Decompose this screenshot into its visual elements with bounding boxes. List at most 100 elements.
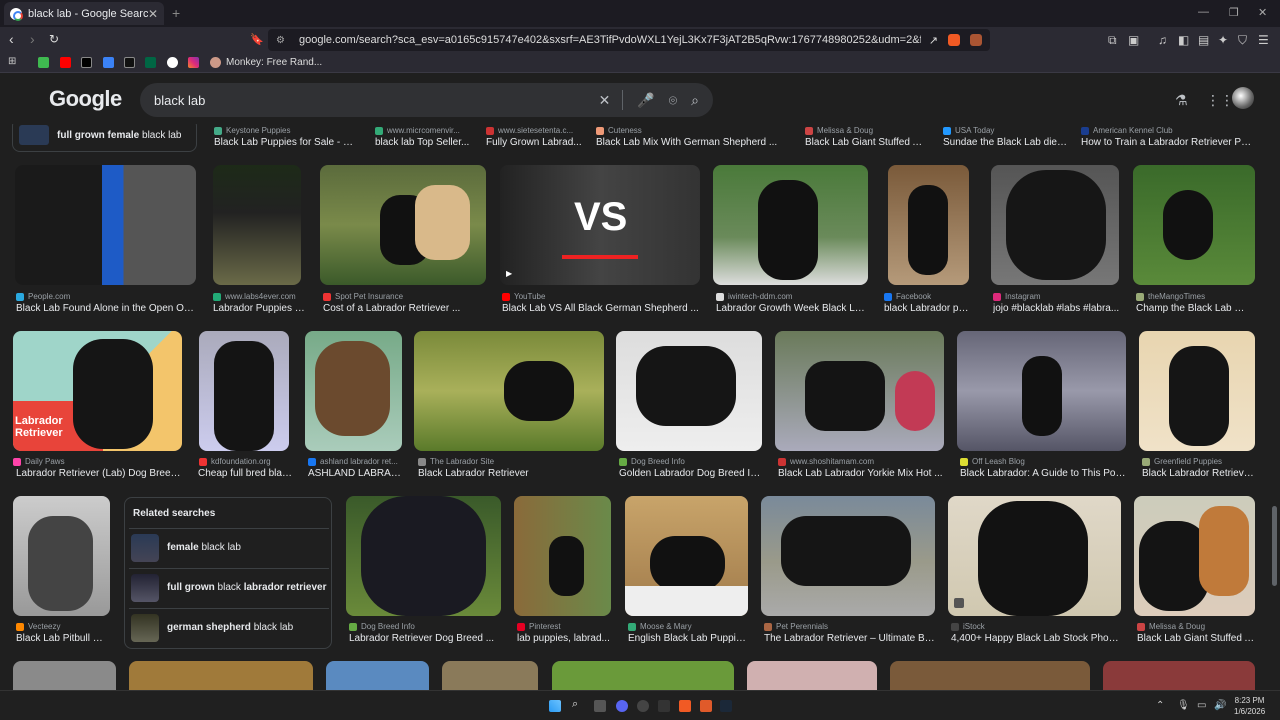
bookmark-circle-icon[interactable] — [167, 57, 178, 68]
windows-start-icon[interactable] — [549, 700, 561, 712]
related-search-item[interactable]: full grown black labrador retriever — [129, 568, 329, 606]
result-image[interactable] — [414, 331, 604, 451]
close-window-icon[interactable]: ✕ — [1258, 6, 1267, 19]
google-apps-icon[interactable]: ⋮⋮ — [1206, 92, 1234, 109]
result-title[interactable]: Black Lab Giant Stuffed A... — [805, 137, 925, 148]
bookmark-monkey-icon[interactable] — [210, 57, 221, 68]
bookmark-kick-icon[interactable] — [38, 57, 49, 68]
result-title[interactable]: Black Lab Labrador Yorkie Mix Hot ... — [778, 468, 944, 479]
steam-icon[interactable] — [720, 700, 732, 712]
volume-icon[interactable]: 🔊 — [1214, 700, 1226, 711]
result-source[interactable]: Keystone Puppies — [214, 126, 359, 135]
tab-active[interactable]: black lab - Google Search ✕ — [4, 2, 164, 25]
result-source[interactable]: www.shoshitamam.com — [778, 457, 944, 466]
bookmark-x-icon[interactable] — [81, 57, 92, 68]
result-title[interactable]: Black Lab Puppies for Sale - Ke... — [214, 137, 359, 148]
search-input[interactable]: black lab — [154, 93, 585, 108]
result-title[interactable]: Black Lab Mix With German Shepherd ... — [596, 137, 786, 148]
result-source[interactable]: Dog Breed Info — [349, 622, 501, 631]
result-source[interactable]: USA Today — [943, 126, 1068, 135]
result-source[interactable]: The Labrador Site — [418, 457, 603, 466]
bookmark-shield-icon[interactable] — [103, 57, 114, 68]
result-source[interactable]: www.labs4ever.com — [213, 292, 308, 301]
google-logo[interactable]: Google — [49, 86, 122, 112]
media-icon[interactable]: ♫ — [1158, 33, 1167, 47]
result-image[interactable] — [761, 496, 935, 616]
result-title[interactable]: Labrador Growth Week Black Lab... — [716, 303, 868, 314]
task-view-icon[interactable] — [594, 700, 606, 712]
extensions-icon[interactable]: ⧉ — [1108, 33, 1117, 48]
scrollbar-thumb[interactable] — [1272, 506, 1277, 586]
bookmark-h-icon[interactable] — [145, 57, 156, 68]
voice-search-icon[interactable]: 🎤 — [637, 92, 654, 109]
result-source[interactable]: ashland labrador ret... — [308, 457, 403, 466]
account-avatar[interactable] — [1232, 87, 1254, 109]
related-chip-top[interactable]: full grown female black lab — [12, 124, 197, 152]
result-image[interactable] — [13, 661, 116, 690]
result-image[interactable] — [1134, 496, 1255, 616]
result-source[interactable]: kdfoundation.org — [199, 457, 294, 466]
site-info-icon[interactable]: ⚙ — [276, 35, 285, 46]
result-image[interactable] — [713, 165, 868, 285]
address-bar[interactable]: ⚙ google.com/search?sca_esv=a0165c915747… — [268, 29, 990, 51]
result-title[interactable]: Black Lab Pitbull Mi... — [16, 633, 111, 644]
taskbar-search-icon[interactable]: ⌕ — [572, 698, 584, 710]
result-image[interactable] — [1103, 661, 1255, 690]
apps-grid-icon[interactable]: ⊞ — [8, 56, 19, 67]
result-image[interactable] — [15, 165, 196, 285]
result-source[interactable]: Melissa & Doug — [1137, 622, 1255, 631]
result-title[interactable]: Cost of a Labrador Retriever ... — [323, 303, 488, 314]
app-icon[interactable] — [700, 700, 712, 712]
result-source[interactable]: Facebook — [884, 292, 974, 301]
result-source[interactable]: Greenfield Puppies — [1142, 457, 1256, 466]
result-image[interactable] — [514, 496, 611, 616]
result-title[interactable]: The Labrador Retriever – Ultimate Bre... — [764, 633, 936, 644]
forward-icon[interactable]: › — [30, 31, 35, 47]
result-title[interactable]: Champ the Black Lab — t... — [1136, 303, 1254, 314]
back-icon[interactable]: ‹ — [9, 31, 14, 47]
result-image[interactable] — [1133, 165, 1255, 285]
vpn-shield-icon[interactable]: ⛉ — [1238, 33, 1247, 48]
bookmark-monkey-label[interactable]: Monkey: Free Rand... — [226, 57, 322, 68]
result-source[interactable]: Dog Breed Info — [619, 457, 761, 466]
result-title[interactable]: Sundae the Black Lab dies... — [943, 137, 1068, 148]
system-clock[interactable]: 8:23 PM 1/6/2026 — [1234, 695, 1265, 717]
result-source[interactable]: American Kennel Club — [1081, 126, 1253, 135]
result-title[interactable]: jojo #blacklab #labs #labra... — [993, 303, 1121, 314]
leo-ai-icon[interactable]: ✦ — [1218, 33, 1228, 47]
result-image[interactable]: VS ▶ — [500, 165, 700, 285]
new-tab-icon[interactable]: + — [172, 5, 180, 21]
result-source[interactable]: Off Leash Blog — [960, 457, 1126, 466]
result-image[interactable]: Labrador Retriever — [13, 331, 182, 451]
result-source[interactable]: Moose & Mary — [628, 622, 748, 631]
screenshot-icon[interactable]: ▣ — [1128, 33, 1139, 47]
result-image[interactable] — [616, 331, 762, 451]
result-source[interactable]: www.micrcomenvir... — [375, 126, 480, 135]
result-title[interactable]: black lab Top Seller... — [375, 137, 480, 148]
result-title[interactable]: lab puppies, labrad... — [517, 633, 612, 644]
bookmark-tiktok-icon[interactable] — [124, 57, 135, 68]
result-title[interactable]: Labrador Retriever (Lab) Dog Breed I... — [16, 468, 182, 479]
result-image[interactable] — [747, 661, 877, 690]
share-icon[interactable]: ↗ — [929, 34, 938, 47]
result-title[interactable]: Black Labrador: A Guide to This Pop... — [960, 468, 1126, 479]
bookmark-instagram-icon[interactable] — [188, 57, 199, 68]
close-tab-icon[interactable]: ✕ — [148, 7, 158, 21]
bookmark-youtube-icon[interactable] — [60, 57, 71, 68]
result-image[interactable] — [775, 331, 944, 451]
result-image[interactable] — [1139, 331, 1255, 451]
result-source[interactable]: Pet Perennials — [764, 622, 936, 631]
result-source[interactable]: Cuteness — [596, 126, 786, 135]
page-scrollbar[interactable] — [1270, 74, 1280, 690]
result-image[interactable] — [13, 496, 110, 616]
result-title[interactable]: Golden Labrador Dog Breed Inf... — [619, 468, 761, 479]
result-source[interactable]: Melissa & Doug — [805, 126, 925, 135]
result-title[interactable]: ASHLAND LABRAD... — [308, 468, 403, 479]
microphone-icon[interactable]: 🎙 — [1177, 700, 1190, 711]
related-search-item[interactable]: female black lab — [129, 528, 329, 566]
result-source[interactable]: People.com — [16, 292, 196, 301]
result-image[interactable] — [442, 661, 538, 690]
result-title[interactable]: English Black Lab Puppie... — [628, 633, 748, 644]
search-box[interactable]: black lab ✕ 🎤 ⌾ ⌕ — [140, 83, 713, 117]
display-icon[interactable]: ▭ — [1197, 700, 1206, 711]
